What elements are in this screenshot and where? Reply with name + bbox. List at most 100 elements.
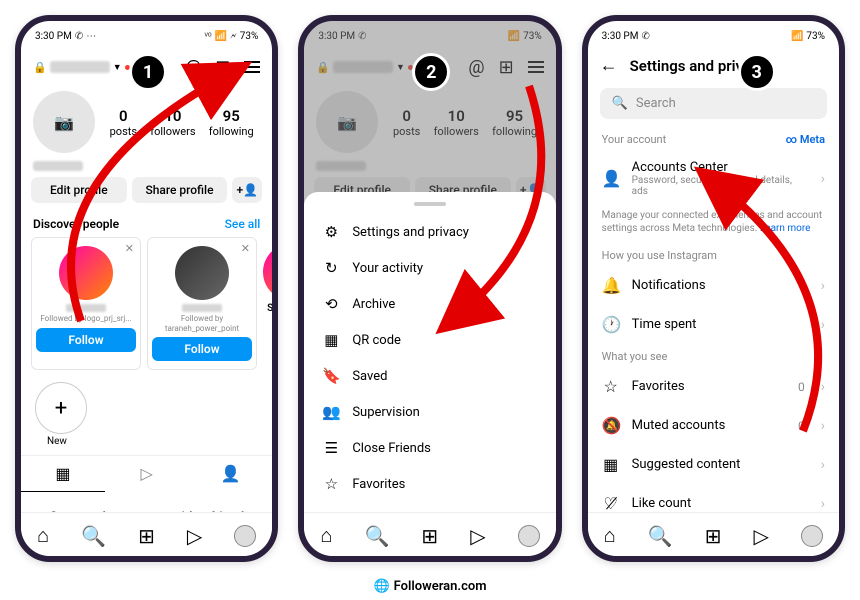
menu-favorites[interactable]: ☆ Favorites [304,466,555,502]
more-icon: ⋯ [86,31,96,42]
setting-favorites[interactable]: ☆ Favorites 0 › [588,367,839,406]
menu-button[interactable] [244,61,260,73]
create-icon[interactable]: ⊞ [499,57,514,78]
display-name-redacted [316,161,366,171]
profile-tabs: ▦ ▷ 👤 [21,455,272,492]
search-placeholder: Search [636,96,676,111]
setting-notifications[interactable]: 🔔 Notifications › [588,266,839,305]
person-name: Seye [263,303,272,314]
menu-qr-code[interactable]: ▦ QR code [304,322,555,358]
chevron-right-icon: › [821,317,825,333]
phone-step-3: 3:30 PM ✆ 📶 73% ← Settings and privacy 🔍… [582,15,845,562]
section-your-account: Your account ∞ Meta [588,127,839,150]
section-how-you-use: How you use Instagram [588,243,839,266]
setting-accounts-center[interactable]: 👤 Accounts Center Password, security, pe… [588,150,839,207]
create-icon[interactable]: ⊞ [215,57,230,78]
nav-reels[interactable]: ▷ [754,524,769,548]
nav-profile[interactable] [801,525,823,547]
search-input[interactable]: 🔍 Search [600,88,827,119]
back-button[interactable]: ← [600,55,618,76]
supervision-icon: 👥 [322,403,340,421]
bookmark-icon: 🔖 [322,367,340,385]
bottom-nav: ⌂ 🔍 ⊞ ▷ [304,512,555,556]
stat-posts[interactable]: 0 posts [110,107,137,138]
chevron-down-icon: ▼ [113,62,122,73]
gear-icon: ⚙ [322,223,340,241]
nav-reels[interactable]: ▷ [187,524,202,548]
nav-reels[interactable]: ▷ [470,524,485,548]
nav-profile[interactable] [518,525,540,547]
nav-search[interactable]: 🔍 [364,524,389,548]
list-icon: ☰ [322,439,340,457]
star-icon: ☆ [602,377,620,396]
person-card[interactable]: ✕ Followed by taraneh_power_point Follow [147,237,257,370]
muted-icon: 🔕 [602,416,620,435]
person-avatar [175,246,229,300]
new-story-button[interactable]: + [35,382,87,434]
status-bar: 3:30 PM ✆ 📶 73% [588,21,839,47]
status-time: 3:30 PM [35,31,72,42]
chevron-right-icon: › [821,278,825,294]
nav-create[interactable]: ⊞ [421,524,438,548]
nav-search[interactable]: 🔍 [648,524,673,548]
nav-home[interactable]: ⌂ [320,523,332,548]
share-profile-button[interactable]: Share profile [132,177,228,203]
menu-bottom-sheet: ⚙ Settings and privacy ↻ Your activity ⟲… [304,192,555,508]
setting-suggested-content[interactable]: ▦ Suggested content › [588,445,839,484]
username-redacted [50,61,110,73]
menu-close-friends[interactable]: ☰ Close Friends [304,430,555,466]
discover-title: Discover people [33,217,119,231]
nav-search[interactable]: 🔍 [81,524,106,548]
tab-grid[interactable]: ▦ [21,456,105,492]
nav-create[interactable]: ⊞ [138,524,155,548]
nav-profile[interactable] [234,525,256,547]
followed-by-text: Followed by taraneh_power_point [152,314,252,333]
menu-settings-privacy[interactable]: ⚙ Settings and privacy [304,214,555,250]
see-all-link[interactable]: See all [225,217,261,231]
chevron-right-icon: › [821,379,825,395]
chevron-right-icon: › [821,171,825,187]
stat-followers[interactable]: 10 followers [150,107,195,138]
stat-following[interactable]: 95 following [209,107,254,138]
close-icon[interactable]: ✕ [241,242,250,255]
star-icon: ☆ [322,475,340,493]
setting-time-spent[interactable]: 🕐 Time spent › [588,305,839,344]
nav-home[interactable]: ⌂ [604,523,616,548]
learn-more-link[interactable]: Learn more [760,223,811,234]
threads-icon[interactable]: @ [185,57,201,78]
menu-supervision[interactable]: 👥 Supervision [304,394,555,430]
content-icon: ▦ [602,455,620,474]
discover-people-row[interactable]: ✕ Followed by logo_prj_srj... Follow ✕ F… [21,235,272,372]
tab-tagged[interactable]: 👤 [189,456,273,492]
follow-button[interactable]: Follow [36,328,136,352]
profile-stats-row: 📷 0 posts 10 followers 95 following [21,87,272,161]
step-badge-3: 3 [738,53,776,91]
search-icon: 🔍 [612,96,628,111]
username-dropdown[interactable]: 🔒 ▼ [33,61,130,74]
person-icon: 👤 [602,169,620,188]
profile-avatar[interactable]: 📷 [33,91,95,153]
camera-icon: 📷 [54,113,74,132]
menu-your-activity[interactable]: ↻ Your activity [304,250,555,286]
menu-archive[interactable]: ⟲ Archive [304,286,555,322]
menu-button[interactable] [528,61,544,73]
setting-muted-accounts[interactable]: 🔕 Muted accounts 0 › [588,406,839,445]
battery-text: 73% [806,31,825,42]
person-card[interactable]: Seye [263,237,272,370]
whatsapp-icon: ✆ [641,31,649,42]
nav-create[interactable]: ⊞ [705,524,722,548]
settings-header: ← Settings and privacy [588,47,839,84]
tab-reels[interactable]: ▷ [105,456,189,492]
discover-people-button[interactable]: +👤 [232,177,262,203]
person-card[interactable]: ✕ Followed by logo_prj_srj... Follow [31,237,141,370]
threads-icon[interactable]: @ [468,57,484,78]
follow-button[interactable]: Follow [152,337,252,361]
close-icon[interactable]: ✕ [125,242,134,255]
edit-profile-button[interactable]: Edit profile [31,177,127,203]
sheet-handle[interactable] [414,202,446,206]
menu-saved[interactable]: 🔖 Saved [304,358,555,394]
display-name-redacted [33,161,83,171]
globe-icon: 🌐 [373,579,389,594]
nav-home[interactable]: ⌂ [37,523,49,548]
activity-icon: ↻ [322,259,340,277]
